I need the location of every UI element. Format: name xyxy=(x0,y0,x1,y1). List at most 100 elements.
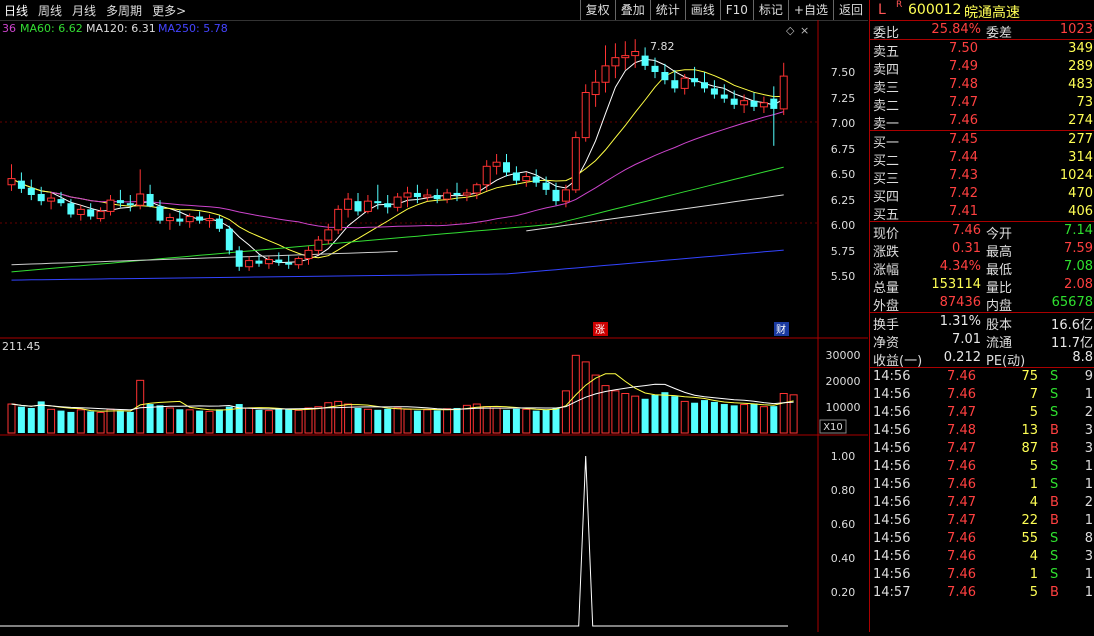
candle-body[interactable] xyxy=(532,176,540,183)
candle-body[interactable] xyxy=(680,77,689,89)
candle-body[interactable] xyxy=(581,92,590,139)
candle-body[interactable] xyxy=(779,75,788,110)
kline-chart[interactable]: 36 MA60: 6.62 MA120: 6.31 MA250: 5.78 ◇ … xyxy=(0,20,868,632)
candle-body[interactable] xyxy=(423,194,432,198)
limit-up-marker[interactable]: 涨 xyxy=(595,324,605,336)
tick-trade-row[interactable]: 14:56 7.46 5 S 1 xyxy=(870,458,1094,476)
candle-body[interactable] xyxy=(740,100,749,106)
candle-body[interactable] xyxy=(294,258,303,266)
candle-body[interactable] xyxy=(710,88,718,95)
diamond-icon[interactable]: ◇ xyxy=(786,24,795,37)
candle-body[interactable] xyxy=(720,94,728,99)
candle-body[interactable] xyxy=(384,203,392,208)
tab-multi-period[interactable]: 多周期 xyxy=(106,2,142,19)
candle-body[interactable] xyxy=(324,229,333,241)
candle-body[interactable] xyxy=(730,98,738,105)
candle-body[interactable] xyxy=(621,55,630,59)
candle-body[interactable] xyxy=(561,189,570,202)
add-watchlist-button[interactable]: +自选 xyxy=(787,0,833,20)
candle-body[interactable] xyxy=(661,72,669,81)
candle-body[interactable] xyxy=(611,57,620,67)
candle-body[interactable] xyxy=(591,81,600,96)
candle-body[interactable] xyxy=(691,78,699,83)
candle-body[interactable] xyxy=(57,199,65,204)
candle-body[interactable] xyxy=(413,192,421,198)
statistics-button[interactable]: 统计 xyxy=(649,0,685,20)
candle-body[interactable] xyxy=(165,217,174,222)
tab-daily[interactable]: 日线 xyxy=(4,2,28,19)
candle-body[interactable] xyxy=(47,197,56,202)
candle-body[interactable] xyxy=(453,192,461,195)
candle-body[interactable] xyxy=(225,228,233,251)
tab-more[interactable]: 更多> xyxy=(152,2,186,19)
candle-body[interactable] xyxy=(314,239,323,251)
candle-body[interactable] xyxy=(344,198,353,210)
candle-body[interactable] xyxy=(215,218,223,229)
tick-trade-row[interactable]: 14:56 7.47 5 S 2 xyxy=(870,404,1094,422)
candle-body[interactable] xyxy=(393,196,402,208)
candle-body[interactable] xyxy=(205,218,214,222)
candle-body[interactable] xyxy=(354,201,362,212)
tick-trade-row[interactable]: 14:56 7.46 4 S 3 xyxy=(870,548,1094,566)
candle-body[interactable] xyxy=(235,250,243,267)
candle-body[interactable] xyxy=(275,259,283,263)
draw-line-button[interactable]: 画线 xyxy=(684,0,720,20)
tick-trade-row[interactable]: 14:56 7.46 75 S 9 xyxy=(870,368,1094,386)
candle-body[interactable] xyxy=(701,82,708,89)
candle-body[interactable] xyxy=(96,210,105,220)
tick-trade-row[interactable]: 14:56 7.46 1 S 1 xyxy=(870,476,1094,494)
tick-trades-list[interactable]: 14:56 7.46 75 S 9 14:56 7.46 7 S 1 14:56 7.47 5 S 2 14:… xyxy=(870,368,1094,602)
candle-body[interactable] xyxy=(116,200,124,204)
candle-body[interactable] xyxy=(334,208,343,231)
tick-trade-row[interactable]: 14:56 7.47 22 B 1 xyxy=(870,512,1094,530)
candle-body[interactable] xyxy=(67,203,75,215)
candle-body[interactable] xyxy=(185,216,194,223)
candle-body[interactable] xyxy=(482,165,491,186)
finance-marker[interactable]: 财 xyxy=(776,323,786,336)
candle-body[interactable] xyxy=(651,65,659,72)
tick-trade-row[interactable]: 14:56 7.47 87 B 3 xyxy=(870,440,1094,458)
candle-body[interactable] xyxy=(264,259,273,265)
candle-body[interactable] xyxy=(759,102,768,108)
kline-chart-area[interactable]: 36 MA60: 6.62 MA120: 6.31 MA250: 5.78 ◇ … xyxy=(0,20,868,632)
candle-body[interactable] xyxy=(472,184,481,194)
tick-trade-row[interactable]: 14:56 7.46 55 S 8 xyxy=(870,530,1094,548)
candle-body[interactable] xyxy=(196,216,204,221)
candle-body[interactable] xyxy=(106,199,115,212)
candle-body[interactable] xyxy=(503,162,510,173)
tick-trade-row[interactable]: 14:56 7.46 7 S 1 xyxy=(870,386,1094,404)
candle-body[interactable] xyxy=(750,100,758,107)
candle-body[interactable] xyxy=(552,189,560,202)
candle-body[interactable] xyxy=(76,208,85,215)
candle-body[interactable] xyxy=(374,201,382,204)
candle-body[interactable] xyxy=(542,182,550,190)
candle-body[interactable] xyxy=(136,193,145,206)
stock-code[interactable]: 600012 xyxy=(908,2,961,18)
restore-rights-button[interactable]: 复权 xyxy=(579,0,615,20)
candle-body[interactable] xyxy=(176,218,184,222)
candle-body[interactable] xyxy=(770,98,778,109)
tick-trade-row[interactable]: 14:56 7.46 1 S 1 xyxy=(870,566,1094,584)
close-icon[interactable]: × xyxy=(800,24,809,37)
candle-body[interactable] xyxy=(304,249,313,260)
candle-body[interactable] xyxy=(363,200,372,212)
candle-body[interactable] xyxy=(571,137,580,191)
candle-body[interactable] xyxy=(37,193,45,202)
f10-button[interactable]: F10 xyxy=(719,0,753,20)
candle-body[interactable] xyxy=(403,192,412,198)
candle-body[interactable] xyxy=(522,176,531,182)
candle-body[interactable] xyxy=(7,178,16,186)
candle-body[interactable] xyxy=(462,192,471,196)
back-button[interactable]: 返回 xyxy=(832,0,868,20)
tick-trade-row[interactable]: 14:56 7.48 13 B 3 xyxy=(870,422,1094,440)
tick-trade-row[interactable]: 14:57 7.46 5 B 1 xyxy=(870,584,1094,602)
candle-body[interactable] xyxy=(631,51,640,57)
candle-body[interactable] xyxy=(27,187,35,195)
candle-body[interactable] xyxy=(87,209,95,217)
candle-body[interactable] xyxy=(285,262,293,265)
candle-body[interactable] xyxy=(126,203,134,206)
candle-body[interactable] xyxy=(512,172,520,181)
tick-trade-row[interactable]: 14:56 7.47 4 B 2 xyxy=(870,494,1094,512)
candle-body[interactable] xyxy=(492,161,501,167)
tab-weekly[interactable]: 周线 xyxy=(38,2,62,19)
